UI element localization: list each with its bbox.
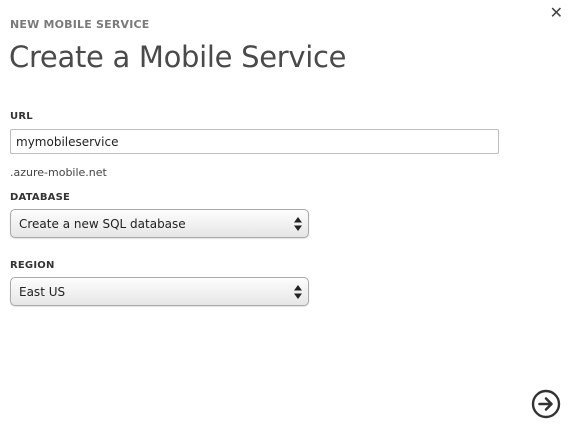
url-label: URL	[10, 111, 33, 122]
arrow-right-circle-icon	[531, 389, 561, 419]
page-title: Create a Mobile Service	[9, 40, 347, 74]
region-select[interactable]: East US	[10, 277, 309, 306]
database-label: DATABASE	[10, 192, 71, 203]
dialog-eyebrow: NEW MOBILE SERVICE	[10, 18, 150, 31]
url-input[interactable]	[10, 129, 499, 154]
region-selected-value: East US	[19, 285, 66, 299]
url-suffix: .azure-mobile.net	[10, 166, 107, 179]
close-button[interactable]: ✕	[550, 5, 563, 21]
database-selected-value: Create a new SQL database	[19, 217, 186, 231]
updown-arrows-icon	[294, 217, 302, 231]
next-button[interactable]	[531, 389, 561, 419]
database-select[interactable]: Create a new SQL database	[10, 209, 309, 238]
region-label: REGION	[10, 260, 55, 271]
new-mobile-service-dialog: NEW MOBILE SERVICE ✕ Create a Mobile Ser…	[0, 0, 575, 431]
close-icon: ✕	[549, 3, 563, 22]
updown-arrows-icon	[294, 285, 302, 299]
